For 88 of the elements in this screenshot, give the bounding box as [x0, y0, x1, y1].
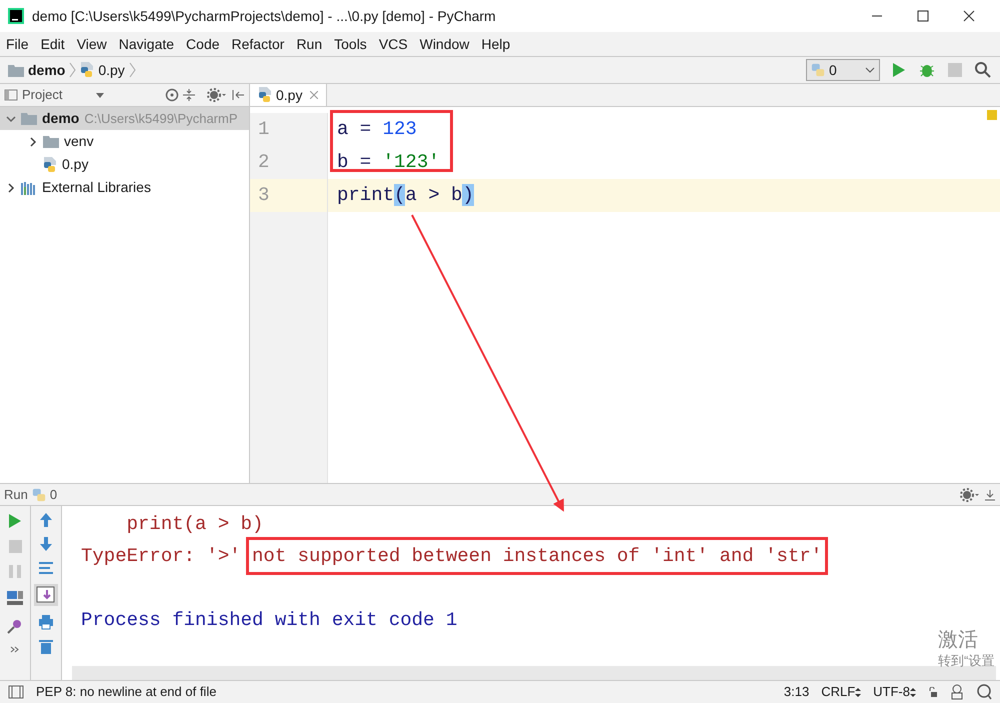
- path-label: C:\Users\k5499\PycharmP: [84, 110, 238, 128]
- layout-icon[interactable]: [6, 590, 24, 606]
- item-label: demo: [42, 109, 80, 128]
- breadcrumb[interactable]: demo: [28, 60, 66, 80]
- collapse-caret-icon[interactable]: [28, 136, 38, 146]
- run-icon[interactable]: [892, 62, 906, 78]
- menu-item[interactable]: Run: [293, 34, 326, 54]
- menu-item[interactable]: View: [74, 34, 110, 54]
- menu-item[interactable]: Window: [416, 34, 472, 54]
- folder-icon: [8, 64, 24, 76]
- python-file-icon: [80, 62, 94, 78]
- settings-icon[interactable]: [960, 488, 980, 502]
- line-number: 1: [250, 113, 328, 146]
- settings-icon[interactable]: [207, 88, 227, 102]
- output-text: TypeError: '>': [81, 544, 242, 569]
- file-encoding[interactable]: UTF-8: [873, 682, 910, 702]
- menu-item[interactable]: VCS: [376, 34, 411, 54]
- tool-window-icon[interactable]: [8, 685, 24, 699]
- rerun-icon[interactable]: [9, 514, 21, 528]
- tree-item[interactable]: External Libraries: [0, 176, 249, 199]
- lock-icon[interactable]: [928, 687, 938, 697]
- output-text: print(a > b): [126, 512, 264, 537]
- inspector-icon[interactable]: [950, 684, 964, 700]
- expand-caret-icon[interactable]: [6, 114, 16, 124]
- print-icon[interactable]: [38, 614, 54, 630]
- soft-wrap-icon[interactable]: [38, 560, 54, 576]
- updown-icon: [855, 688, 862, 696]
- folder-icon: [43, 135, 59, 148]
- status-message: PEP 8: no newline at end of file: [36, 683, 216, 702]
- arrow-down-icon[interactable]: [39, 536, 53, 552]
- menu-item[interactable]: File: [3, 34, 32, 54]
- collapse-caret-icon[interactable]: [6, 182, 16, 192]
- menu-item[interactable]: Tools: [331, 34, 370, 54]
- collapse-icon[interactable]: [183, 88, 195, 102]
- folder-icon: [21, 112, 37, 125]
- chevron-icon: [128, 62, 136, 78]
- scroll-to-end-icon[interactable]: [34, 584, 58, 606]
- editor-tab[interactable]: 0.py: [250, 84, 328, 106]
- tree-item[interactable]: 0.py: [0, 153, 249, 176]
- code-line: b = '123': [336, 150, 440, 176]
- project-panel-icon: [4, 88, 18, 102]
- hide-panel-icon[interactable]: [231, 88, 245, 102]
- locate-icon[interactable]: [165, 88, 179, 102]
- item-label: 0.py: [62, 155, 88, 174]
- chevron-down-icon: [865, 67, 875, 73]
- menu-item[interactable]: Code: [183, 34, 223, 54]
- search-icon[interactable]: [974, 61, 992, 79]
- more-icon[interactable]: [10, 646, 20, 653]
- caret-position[interactable]: 3:13: [784, 682, 810, 702]
- code-line: a = 123: [336, 117, 417, 142]
- tree-item[interactable]: venv: [0, 130, 249, 153]
- python-file-icon: [32, 488, 46, 502]
- pin-icon[interactable]: [7, 618, 23, 634]
- warning-marker-icon[interactable]: [987, 110, 997, 120]
- trash-icon[interactable]: [39, 638, 53, 655]
- run-config-dropdown[interactable]: 0: [806, 59, 880, 81]
- menu-item[interactable]: Help: [478, 34, 514, 54]
- menu-item[interactable]: Edit: [38, 34, 68, 54]
- activation-notice: 激活: [938, 628, 979, 653]
- window-title: demo [C:\Users\k5499\PycharmProjects\demo] - ...\0.py [demo] - PyCharm: [32, 6, 496, 26]
- arrow-up-icon[interactable]: [39, 512, 53, 528]
- python-file-icon: [258, 87, 272, 103]
- output-text: Process finished with exit code 1: [81, 608, 458, 633]
- app-logo-icon: [8, 8, 24, 24]
- dropdown-caret-icon[interactable]: [96, 92, 104, 98]
- breadcrumb[interactable]: 0.py: [98, 60, 125, 80]
- annotated-output-text: not supported between instances of 'int' and 'str': [246, 536, 828, 576]
- close-icon[interactable]: [310, 91, 318, 99]
- python-icon: [811, 63, 825, 77]
- panel-title[interactable]: Run: [4, 484, 28, 504]
- chevron-icon: [69, 62, 76, 78]
- tree-item[interactable]: demo C:\Users\k5499\PycharmP: [0, 107, 249, 130]
- menu-item[interactable]: Navigate: [116, 34, 178, 54]
- python-file-icon: [43, 156, 57, 172]
- menu-item[interactable]: Refactor: [228, 34, 288, 54]
- run-tab-label[interactable]: 0: [50, 484, 58, 504]
- line-number: 2: [250, 146, 328, 179]
- activation-hint: 转到“设置: [938, 653, 994, 670]
- updown-icon: [910, 688, 916, 696]
- line-separator[interactable]: CRLF: [821, 682, 856, 702]
- panel-title[interactable]: Project: [22, 85, 62, 105]
- item-label: External Libraries: [42, 178, 151, 197]
- horizontal-scrollbar[interactable]: [72, 666, 996, 680]
- chat-icon[interactable]: [976, 684, 992, 700]
- code-line: print(a > b): [336, 183, 474, 208]
- hide-panel-icon[interactable]: [984, 488, 996, 502]
- item-label: venv: [64, 132, 94, 151]
- library-icon: [21, 180, 37, 194]
